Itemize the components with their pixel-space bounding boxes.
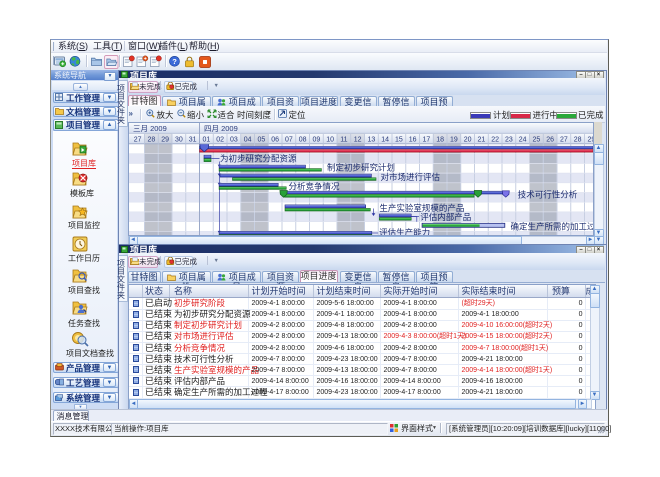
svg-text:10: 10 — [326, 136, 334, 143]
svg-text:12: 12 — [353, 136, 361, 143]
svg-text:评估生产能力: 评估生产能力 — [379, 227, 430, 236]
svg-text:技术可行性分析: 技术可行性分析 — [517, 189, 577, 199]
svg-text:确定生产所需的加工过程: 确定生产所需的加工过程 — [510, 221, 594, 231]
svg-text:?: ? — [172, 57, 177, 66]
svg-text:06: 06 — [271, 136, 279, 143]
svg-text:14: 14 — [381, 136, 389, 143]
svg-text:27: 27 — [560, 136, 568, 143]
svg-text:08: 08 — [298, 136, 306, 143]
svg-text:28: 28 — [147, 136, 155, 143]
svg-text:24: 24 — [518, 136, 526, 143]
svg-text:29: 29 — [161, 136, 169, 143]
svg-text:三月 2009: 三月 2009 — [133, 124, 167, 133]
svg-text:13: 13 — [367, 136, 375, 143]
svg-text:01: 01 — [202, 136, 210, 143]
svg-text:分析竞争情况: 分析竞争情况 — [288, 181, 340, 191]
svg-text:为初步研究分配资源: 为初步研究分配资源 — [220, 153, 297, 163]
svg-text:17: 17 — [422, 136, 430, 143]
svg-text:31: 31 — [188, 136, 196, 143]
svg-text:30: 30 — [175, 136, 183, 143]
svg-text:18: 18 — [436, 136, 444, 143]
svg-text:22: 22 — [491, 136, 499, 143]
svg-text:20: 20 — [463, 136, 471, 143]
svg-text:制定初步研究计划: 制定初步研究计划 — [327, 162, 395, 172]
svg-text:28: 28 — [573, 136, 581, 143]
svg-text:对市场进行评估: 对市场进行评估 — [380, 172, 440, 182]
svg-text:评估内部产品: 评估内部产品 — [420, 212, 471, 222]
svg-text:07: 07 — [285, 136, 293, 143]
svg-text:21: 21 — [477, 136, 485, 143]
svg-text:04: 04 — [243, 136, 251, 143]
svg-text:05: 05 — [257, 136, 265, 143]
svg-text:15: 15 — [395, 136, 403, 143]
svg-text:09: 09 — [312, 136, 320, 143]
svg-text:四月 2009: 四月 2009 — [204, 124, 238, 133]
svg-text:26: 26 — [546, 136, 554, 143]
svg-text:02: 02 — [216, 136, 224, 143]
svg-text:25: 25 — [532, 136, 540, 143]
svg-text:11: 11 — [340, 136, 347, 143]
svg-text:03: 03 — [230, 136, 238, 143]
svg-text:27: 27 — [133, 136, 141, 143]
svg-text:19: 19 — [450, 136, 458, 143]
svg-text:16: 16 — [408, 136, 416, 143]
svg-text:23: 23 — [505, 136, 513, 143]
